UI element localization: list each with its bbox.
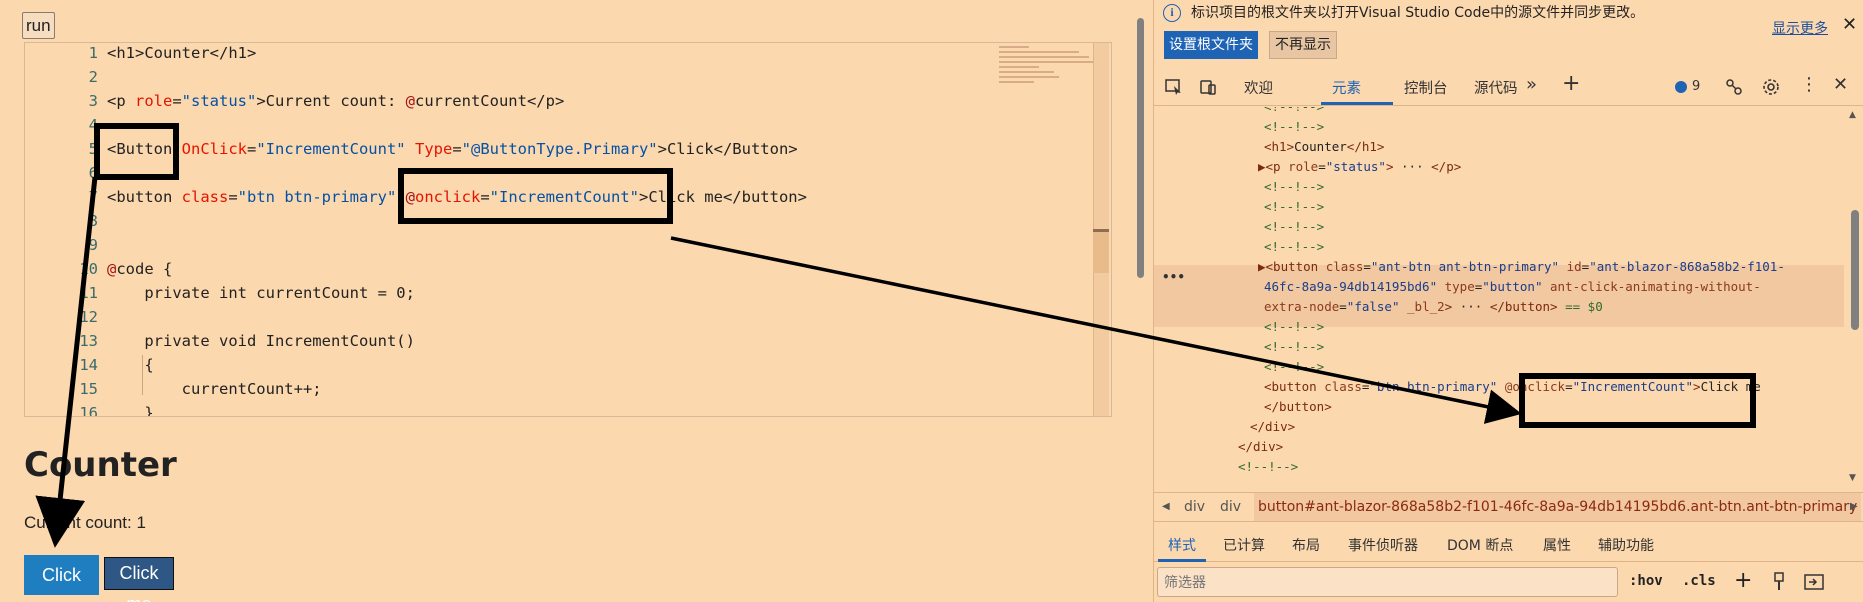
highlight-box-button-tag (94, 123, 179, 180)
arrow-to-click-button (35, 176, 98, 548)
highlight-box-devtools-onclick (1519, 373, 1756, 428)
annotation-overlay (35, 123, 1756, 548)
arrow-to-devtools (670, 236, 1522, 424)
highlight-box-onclick (398, 168, 673, 224)
